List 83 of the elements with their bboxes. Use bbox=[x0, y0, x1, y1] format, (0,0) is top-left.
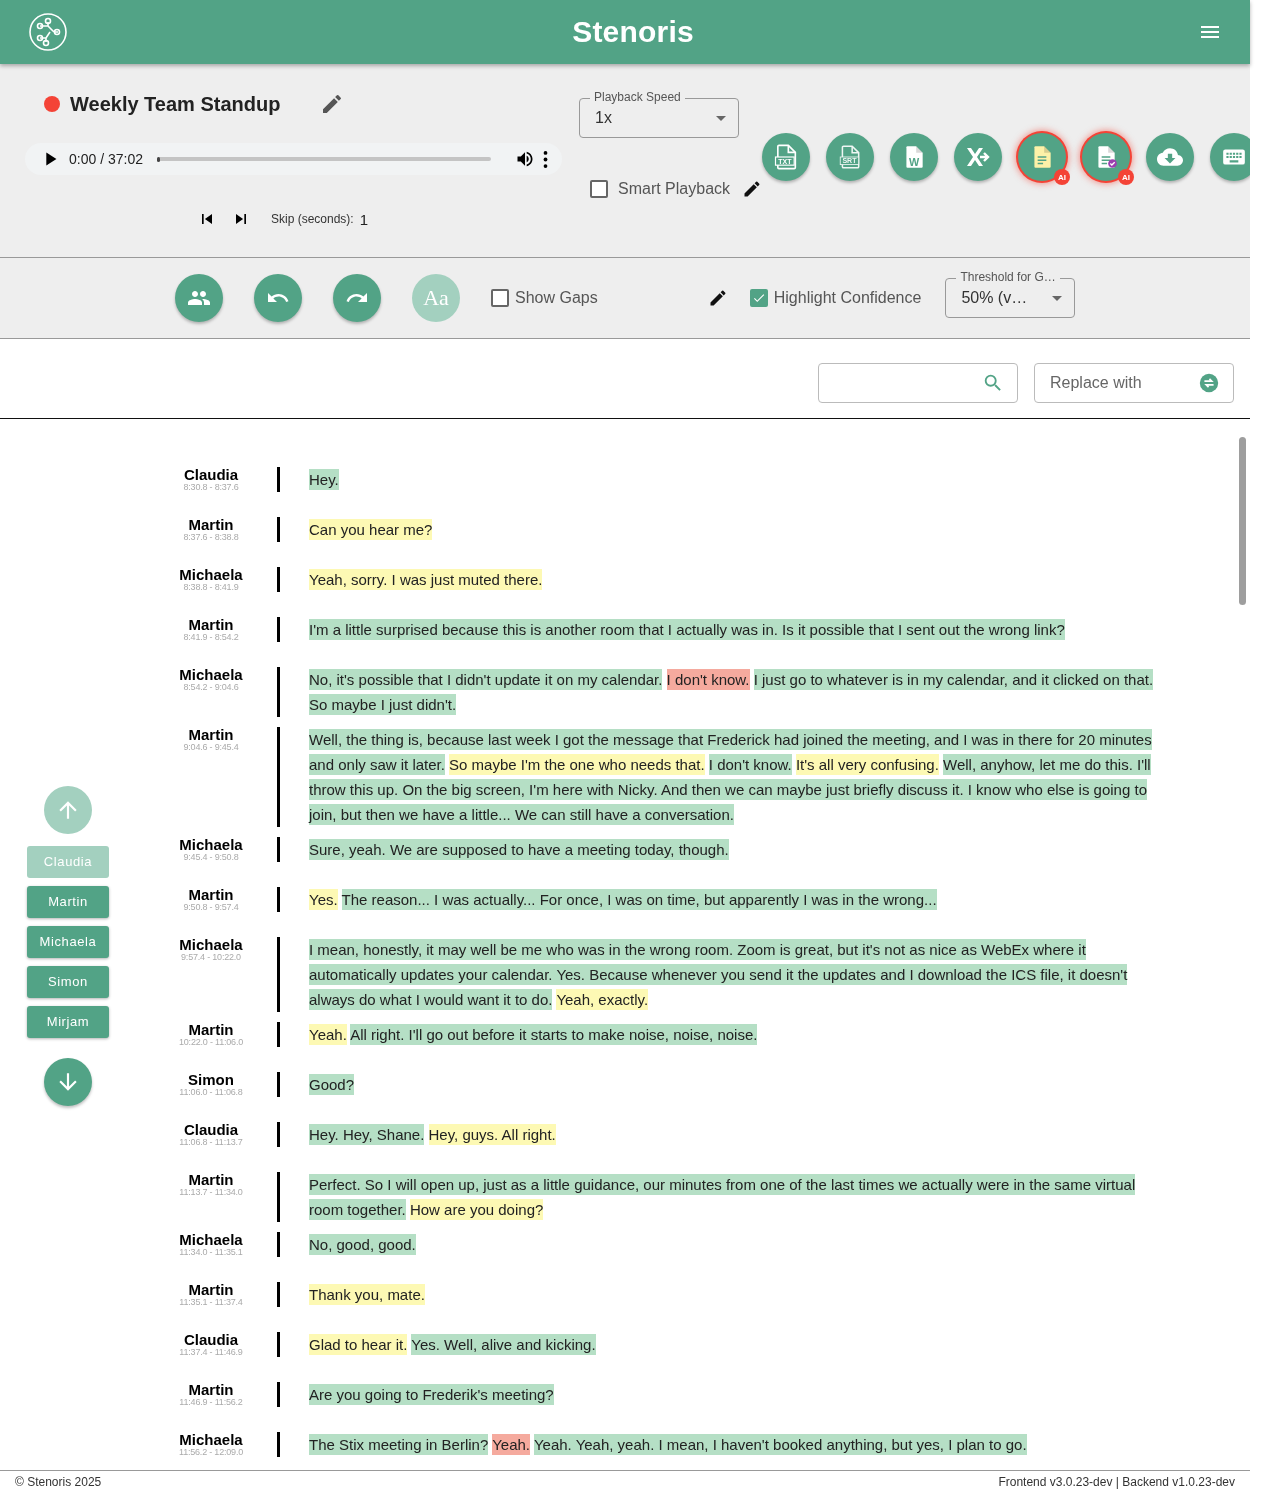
timestamp: 11:13.7 - 11:34.0 bbox=[179, 1187, 243, 1197]
copyright-text: © Stenoris 2025 bbox=[15, 1475, 102, 1489]
timestamp: 11:06.0 - 11:06.8 bbox=[179, 1087, 243, 1097]
checkbox-label: Show Gaps bbox=[515, 289, 598, 307]
utterance-text[interactable]: The Stix meeting in Berlin? Yeah. Yeah. Yeah, yeah. I mean, I haven't booked anything, but yes, I plan to go. bbox=[309, 1432, 1165, 1457]
export-arrow-button[interactable] bbox=[954, 133, 1003, 181]
speaker-name[interactable]: Martin bbox=[188, 727, 234, 742]
timestamp: 8:37.6 - 8:38.8 bbox=[183, 532, 239, 542]
logo-icon[interactable] bbox=[28, 12, 68, 52]
utterance-text[interactable]: Thank you, mate. bbox=[309, 1282, 1165, 1307]
timestamp: 8:54.2 - 9:04.6 bbox=[183, 682, 239, 692]
speaker-name[interactable]: Martin bbox=[188, 1022, 234, 1037]
utterance-text[interactable]: Yeah, sorry. I was just muted there. bbox=[309, 567, 1165, 592]
speaker-name[interactable]: Martin bbox=[188, 1382, 234, 1397]
field-label: Playback Speed bbox=[590, 90, 685, 105]
timestamp: 9:45.4 - 9:50.8 bbox=[183, 852, 239, 862]
utterance-text[interactable]: Can you hear me? bbox=[309, 517, 1165, 542]
checkbox[interactable] bbox=[749, 289, 768, 307]
speaker-name[interactable]: Martin bbox=[188, 617, 234, 632]
timestamp: 8:30.8 - 8:37.6 bbox=[183, 482, 239, 492]
speaker-name[interactable]: Claudia bbox=[183, 467, 239, 482]
progress-track[interactable] bbox=[156, 157, 491, 161]
utterance-text[interactable]: Are you going to Frederik's meeting? bbox=[309, 1382, 1165, 1407]
undo-button[interactable] bbox=[254, 274, 302, 322]
timestamp: 9:50.8 - 9:57.4 bbox=[183, 902, 239, 912]
utterance-text[interactable]: Good? bbox=[309, 1072, 1165, 1097]
timestamp: 11:46.9 - 11:56.2 bbox=[179, 1397, 243, 1407]
speaker-name[interactable]: Martin bbox=[188, 887, 234, 902]
speaker-name[interactable]: Martin bbox=[188, 1282, 234, 1297]
timestamp: 8:41.9 - 8:54.2 bbox=[183, 632, 239, 642]
download-button[interactable] bbox=[1146, 133, 1195, 181]
checkbox-label: Highlight Confidence bbox=[773, 289, 922, 307]
speaker-name[interactable]: Simon bbox=[188, 1072, 234, 1087]
timestamp: 10:22.0 - 11:06.0 bbox=[179, 1037, 243, 1047]
speaker-name[interactable]: Michaela bbox=[179, 837, 243, 852]
utterance-text[interactable]: No, good, good. bbox=[309, 1232, 1165, 1257]
scroll-down-button[interactable] bbox=[44, 1057, 92, 1106]
skip-value[interactable]: 1 bbox=[359, 210, 369, 228]
timestamp: 9:57.4 - 10:22.0 bbox=[181, 952, 241, 962]
replace-field[interactable]: Replace with bbox=[1034, 362, 1234, 403]
playback-time: 0:00 / 37:02 bbox=[69, 151, 143, 167]
recording-title: Weekly Team Standup bbox=[70, 92, 281, 116]
utterance-text[interactable]: Sure, yeah. We are supposed to have a meeting today, though. bbox=[309, 837, 1165, 862]
status-dot bbox=[44, 96, 60, 112]
more-icon bbox=[543, 150, 548, 168]
volume-button[interactable] bbox=[515, 149, 535, 169]
speaker-name[interactable]: Michaela bbox=[179, 567, 243, 582]
swap-icon bbox=[1198, 371, 1220, 394]
timestamp: 9:04.6 - 9:45.4 bbox=[183, 742, 239, 752]
utterance-text[interactable]: Hey. bbox=[309, 467, 1165, 492]
speaker-name[interactable]: Michaela bbox=[179, 667, 243, 682]
app-title: Stenoris bbox=[572, 15, 694, 49]
checkbox[interactable] bbox=[590, 180, 608, 198]
utterance-text[interactable]: Yeah. All right. I'll go out before it starts to make noise, noise, noise. bbox=[309, 1022, 1165, 1047]
search-field[interactable] bbox=[818, 362, 1018, 403]
skip-label: Skip (seconds): bbox=[271, 212, 354, 226]
checkbox-label: Smart Playback bbox=[618, 180, 731, 198]
speaker-name[interactable]: Martin bbox=[188, 517, 234, 532]
speaker-name[interactable]: Martin bbox=[188, 1172, 234, 1187]
version-text: Frontend v3.0.23-dev | Backend v1.0.23-dev bbox=[998, 1475, 1235, 1489]
checkbox[interactable] bbox=[491, 289, 509, 307]
check-icon bbox=[751, 291, 766, 305]
timestamp: 11:06.8 - 11:13.7 bbox=[179, 1137, 243, 1147]
volume-icon bbox=[515, 149, 535, 169]
timestamp: 11:37.4 - 11:46.9 bbox=[179, 1347, 243, 1357]
timestamp: 8:38.8 - 8:41.9 bbox=[183, 582, 239, 592]
timestamp: 11:56.2 - 12:09.0 bbox=[179, 1447, 243, 1457]
keyboard-button[interactable] bbox=[1210, 133, 1250, 181]
utterance-text[interactable]: Glad to hear it. Yes. Well, alive and kicking. bbox=[309, 1332, 1165, 1357]
speaker-name[interactable]: Michaela bbox=[179, 937, 243, 952]
utterance-text[interactable]: Hey. Hey, Shane. Hey, guys. All right. bbox=[309, 1122, 1165, 1147]
speaker-name[interactable]: Michaela bbox=[179, 1232, 243, 1247]
replace-button[interactable] bbox=[1198, 371, 1220, 394]
speaker-name[interactable]: Claudia bbox=[183, 1332, 239, 1347]
ai-badge: AI bbox=[1118, 169, 1135, 185]
timestamp: 11:35.1 - 11:37.4 bbox=[179, 1297, 243, 1307]
redo-button[interactable] bbox=[333, 274, 381, 322]
speaker-name[interactable]: Claudia bbox=[183, 1122, 239, 1137]
speakers-button[interactable] bbox=[175, 274, 223, 322]
ai-badge: AI bbox=[1054, 169, 1071, 185]
timestamp: 11:34.0 - 11:35.1 bbox=[179, 1247, 243, 1257]
speaker-name[interactable]: Michaela bbox=[179, 1432, 243, 1447]
more-button[interactable] bbox=[543, 150, 548, 168]
